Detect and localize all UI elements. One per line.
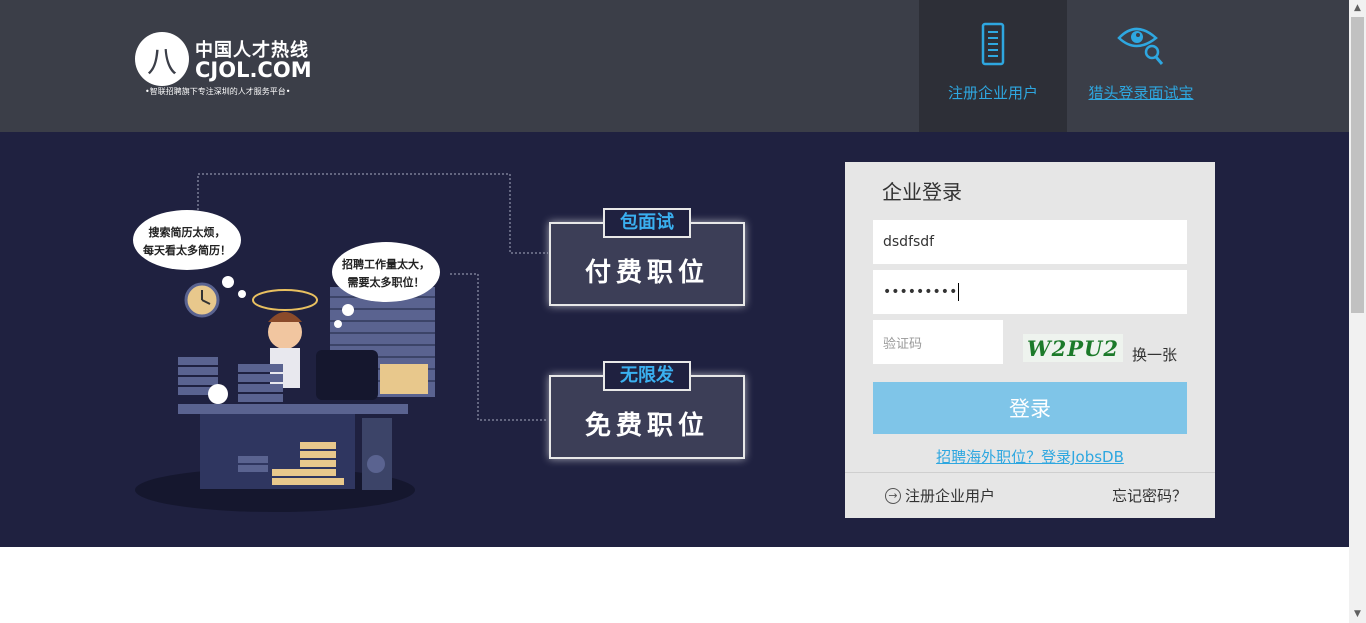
password-input[interactable]: ••••••••• [873,270,1187,314]
bubble-right-line-2: 需要太多职位！ [348,275,425,289]
scrollbar-thumb[interactable] [1351,17,1364,313]
chevron-down-icon[interactable]: ▼ [1349,606,1366,623]
free-jobs-title: 免费职位 [584,411,709,441]
username-value: dsdfsdf [883,234,935,250]
company-login-panel: 企业登录 dsdfsdf ••••••••• 验证码 W2PU2 换一张 登录 … [845,162,1215,518]
username-input[interactable]: dsdfsdf [873,220,1187,264]
site-header: 八 中国人才热线 CJOL.COM •智联招聘旗下专注深圳的人才服务平台• 注册… [0,0,1349,132]
password-mask: ••••••••• [883,284,958,300]
nav-headhunter-label: 猎头登录面试宝 [1088,84,1194,102]
logo-mark: 八 [135,32,189,86]
cjol-logo[interactable]: 八 中国人才热线 CJOL.COM •智联招聘旗下专注深圳的人才服务平台• [135,32,315,102]
vertical-scrollbar[interactable]: ▲ ▼ [1349,0,1366,623]
login-divider [845,472,1215,473]
paid-jobs-badge[interactable]: 包面试 付费职位 [549,208,745,306]
text-caret [958,283,960,301]
free-jobs-badge[interactable]: 无限发 免费职位 [549,361,745,459]
nav-headhunter-login[interactable]: 猎头登录面试宝 [1067,0,1215,132]
chevron-up-icon[interactable]: ▲ [1349,0,1366,17]
logo-english-name: CJOL.COM [195,58,312,82]
login-title: 企业登录 [882,180,962,204]
paid-jobs-tag: 包面试 [603,208,691,238]
eye-magnifier-icon [1117,27,1164,65]
bubble-left-line-1: 搜索简历太烦， [149,225,226,239]
captcha-refresh-link[interactable]: 换一张 [1132,344,1177,365]
nav-register-label: 注册企业用户 [947,84,1038,102]
arrow-circle-icon: → [885,487,901,504]
bubble-right-line-1: 招聘工作量太大， [342,257,430,271]
captcha-placeholder: 验证码 [883,336,923,352]
free-jobs-tag: 无限发 [603,361,691,391]
paid-jobs-title: 付费职位 [584,258,709,288]
captcha-image[interactable]: W2PU2 [1023,334,1123,362]
logo-tagline: •智联招聘旗下专注深圳的人才服务平台• [145,87,291,96]
register-company-link[interactable]: → 注册企业用户 [885,485,995,506]
building-icon [981,22,1005,66]
captcha-input[interactable]: 验证码 [873,320,1003,364]
forgot-password-link[interactable]: 忘记密码？ [1112,485,1187,506]
nav-register-company[interactable]: 注册企业用户 [919,0,1067,132]
register-company-label: 注册企业用户 [905,487,996,505]
jobsdb-login-link[interactable]: 招聘海外职位？登录JobsDB [845,446,1215,467]
login-button[interactable]: 登录 [873,382,1187,434]
bubble-left-line-2: 每天看太多简历！ [143,243,231,257]
